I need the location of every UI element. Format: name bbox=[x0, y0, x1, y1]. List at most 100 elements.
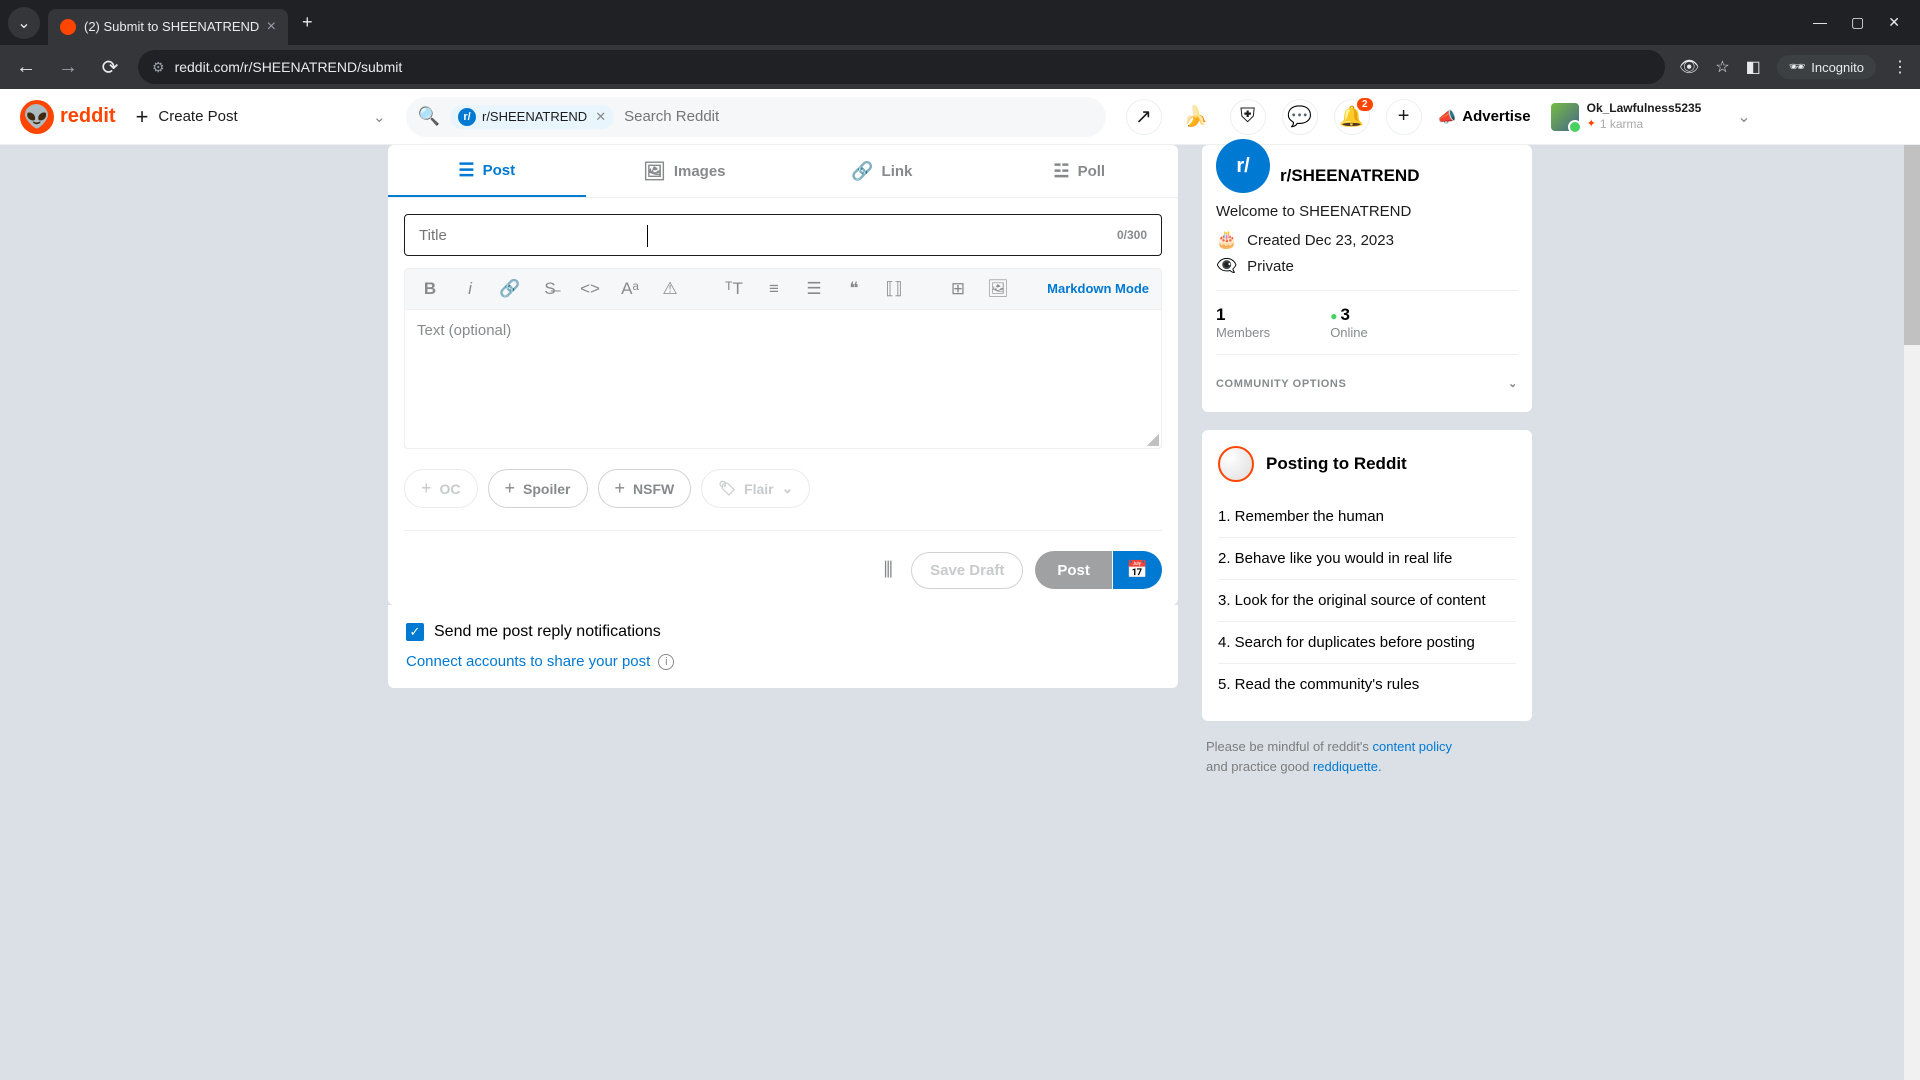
privacy-label: Private bbox=[1247, 258, 1294, 275]
close-window-icon[interactable]: ✕ bbox=[1888, 14, 1900, 31]
close-tab-icon[interactable]: × bbox=[267, 18, 276, 36]
page-scrollbar[interactable] bbox=[1904, 145, 1920, 1080]
inline-code-icon[interactable]: <> bbox=[577, 279, 603, 299]
tab-images[interactable]: 🖼Images bbox=[586, 145, 784, 197]
reddit-header: 👽 reddit + Create Post ⌄ 🔍 r/ r/SHEENATR… bbox=[0, 89, 1920, 145]
megaphone-icon: 📣 bbox=[1438, 108, 1457, 126]
url-input[interactable]: ⚙ reddit.com/r/SHEENATREND/submit bbox=[138, 50, 1665, 84]
search-icon: 🔍 bbox=[418, 106, 440, 127]
snoo-icon bbox=[1218, 446, 1254, 482]
flair-tag-button[interactable]: 🏷Flair⌄ bbox=[701, 469, 810, 508]
popular-icon[interactable]: ↗ bbox=[1126, 99, 1162, 135]
superscript-icon[interactable]: Aᵃ bbox=[617, 279, 643, 299]
shield-icon[interactable]: ⛨ bbox=[1230, 99, 1266, 135]
plus-icon: + bbox=[505, 478, 516, 499]
search-input[interactable] bbox=[624, 108, 1093, 125]
reddit-logo-text: reddit bbox=[60, 105, 116, 128]
tag-icon: 🏷 bbox=[718, 480, 736, 497]
reddiquette-link[interactable]: reddiquette. bbox=[1313, 759, 1382, 774]
heading-icon[interactable]: ᵀT bbox=[721, 279, 747, 299]
clear-chip-icon[interactable]: ✕ bbox=[595, 109, 606, 125]
site-settings-icon[interactable]: ⚙ bbox=[152, 59, 165, 76]
footer-prefix: Please be mindful of reddit's bbox=[1206, 739, 1373, 754]
markdown-mode-toggle[interactable]: Markdown Mode bbox=[1047, 281, 1149, 297]
bold-icon[interactable]: B bbox=[417, 279, 443, 299]
link-tool-icon[interactable]: 🔗 bbox=[497, 279, 523, 299]
flair-label: Flair bbox=[744, 481, 774, 497]
maximize-icon[interactable]: ▢ bbox=[1851, 14, 1864, 31]
browser-menu-icon[interactable]: ⋮ bbox=[1892, 57, 1908, 77]
editor-toolbar: B i 🔗 S̶ <> Aᵃ ⚠ ᵀT ≡ ☰ ❝ ⟦⟧ ⊞ 🖼 Mar bbox=[404, 268, 1162, 309]
search-scope-chip[interactable]: r/ r/SHEENATREND ✕ bbox=[450, 105, 614, 129]
address-bar: ← → ⟳ ⚙ reddit.com/r/SHEENATREND/submit … bbox=[0, 45, 1920, 89]
spoiler-tool-icon[interactable]: ⚠ bbox=[657, 279, 683, 299]
title-input-wrapper[interactable]: 0/300 bbox=[404, 214, 1162, 256]
coins-icon[interactable]: 🍌 bbox=[1178, 99, 1214, 135]
oc-label: OC bbox=[440, 481, 461, 497]
notifications-icon[interactable]: 🔔2 bbox=[1334, 99, 1370, 135]
number-list-icon[interactable]: ☰ bbox=[801, 279, 827, 299]
tab-images-label: Images bbox=[674, 163, 726, 180]
chat-icon[interactable]: 💬 bbox=[1282, 99, 1318, 135]
title-input[interactable] bbox=[419, 227, 1117, 244]
tab-poll[interactable]: ☳Poll bbox=[981, 145, 1179, 197]
user-menu[interactable]: Ok_Lawfulness5235 1 karma ⌄ bbox=[1551, 101, 1751, 132]
quote-icon[interactable]: ❝ bbox=[841, 279, 867, 299]
checkbox-checked-icon[interactable]: ✓ bbox=[406, 623, 424, 641]
eye-off-icon[interactable]: 👁 bbox=[1679, 57, 1699, 77]
strike-icon[interactable]: S̶ bbox=[537, 279, 563, 299]
search-bar[interactable]: 🔍 r/ r/SHEENATREND ✕ bbox=[406, 97, 1106, 137]
body-placeholder: Text (optional) bbox=[417, 322, 511, 339]
tab-post[interactable]: ☰Post bbox=[388, 145, 586, 197]
notify-label: Send me post reply notifications bbox=[434, 623, 661, 641]
community-welcome: Welcome to SHEENATREND bbox=[1216, 203, 1518, 220]
reload-icon[interactable]: ⟳ bbox=[96, 55, 124, 80]
community-name[interactable]: r/SHEENATREND bbox=[1280, 166, 1419, 186]
info-icon[interactable]: i bbox=[658, 654, 674, 670]
minimize-icon[interactable]: — bbox=[1813, 14, 1827, 31]
schedule-post-button[interactable]: 📅 bbox=[1112, 551, 1162, 589]
username-label: Ok_Lawfulness5235 bbox=[1587, 101, 1702, 117]
rule-item: 1. Remember the human bbox=[1218, 496, 1516, 538]
members-label: Members bbox=[1216, 325, 1270, 340]
italic-icon[interactable]: i bbox=[457, 279, 483, 299]
spoiler-label: Spoiler bbox=[523, 481, 570, 497]
footer-note: Please be mindful of reddit's content po… bbox=[1202, 737, 1532, 776]
body-textarea[interactable]: Text (optional) bbox=[404, 309, 1162, 449]
community-options-label: COMMUNITY OPTIONS bbox=[1216, 378, 1346, 390]
code-block-icon[interactable]: ⟦⟧ bbox=[881, 279, 907, 299]
title-counter: 0/300 bbox=[1117, 228, 1147, 242]
bookmark-star-icon[interactable]: ☆ bbox=[1715, 57, 1729, 77]
browser-tab[interactable]: (2) Submit to SHEENATREND × bbox=[48, 9, 288, 45]
save-draft-button[interactable]: Save Draft bbox=[911, 552, 1023, 589]
forward-icon[interactable]: → bbox=[54, 56, 82, 79]
reddit-logo[interactable]: 👽 reddit bbox=[20, 100, 116, 134]
scrollbar-thumb[interactable] bbox=[1904, 145, 1920, 345]
sidepanel-icon[interactable]: ◧ bbox=[1746, 57, 1761, 77]
rule-item: 3. Look for the original source of conte… bbox=[1218, 580, 1516, 622]
advertise-button[interactable]: 📣 Advertise bbox=[1438, 108, 1531, 126]
notify-checkbox-row[interactable]: ✓ Send me post reply notifications bbox=[406, 623, 1160, 641]
spoiler-tag-button[interactable]: + Spoiler bbox=[488, 469, 588, 508]
incognito-chip[interactable]: 🕶 Incognito bbox=[1777, 55, 1876, 79]
create-icon[interactable]: + bbox=[1386, 99, 1422, 135]
collection-icon[interactable]: ⦀ bbox=[883, 557, 893, 583]
community-created: 🎂Created Dec 23, 2023 bbox=[1216, 230, 1518, 250]
new-tab-button[interactable]: + bbox=[302, 12, 313, 33]
back-icon[interactable]: ← bbox=[12, 56, 40, 79]
table-icon[interactable]: ⊞ bbox=[945, 279, 971, 299]
tab-link[interactable]: 🔗Link bbox=[783, 145, 981, 197]
bullet-list-icon[interactable]: ≡ bbox=[761, 279, 787, 299]
community-options-toggle[interactable]: COMMUNITY OPTIONS ⌄ bbox=[1216, 369, 1518, 398]
post-submit-button[interactable]: Post bbox=[1035, 551, 1112, 589]
create-post-dropdown[interactable]: + Create Post ⌄ bbox=[136, 104, 386, 130]
oc-tag-button[interactable]: +OC bbox=[404, 469, 478, 508]
members-count: 1 bbox=[1216, 305, 1270, 325]
nsfw-tag-button[interactable]: +NSFW bbox=[598, 469, 692, 508]
header-action-icons: ↗ 🍌 ⛨ 💬 🔔2 + 📣 Advertise bbox=[1126, 99, 1531, 135]
content-policy-link[interactable]: content policy bbox=[1373, 739, 1453, 754]
add-image-icon[interactable]: 🖼 bbox=[985, 279, 1011, 299]
tab-search-dropdown[interactable]: ⌄ bbox=[8, 7, 40, 39]
connect-accounts-link[interactable]: Connect accounts to share your post i bbox=[406, 653, 1160, 670]
tab-link-label: Link bbox=[882, 163, 913, 180]
